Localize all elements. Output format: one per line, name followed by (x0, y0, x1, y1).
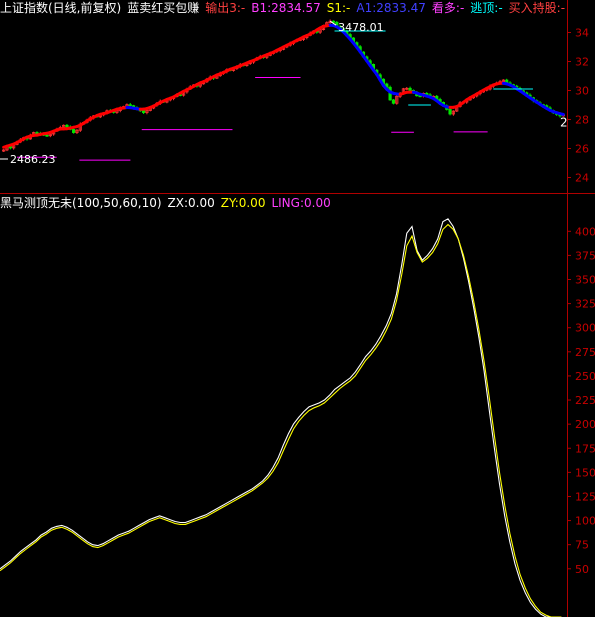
candle-body (391, 99, 396, 104)
chart-canvas: 24 26 28 30 32 34 50 75 100 125 150 175 200 225 250 275… (0, 0, 595, 617)
osc-tick-label: 325 (575, 298, 595, 311)
price-tick-label: 34 (575, 27, 589, 40)
candle-body (448, 108, 452, 115)
osc-tick-label: 225 (575, 394, 595, 407)
oscillator-header: 黑马测顶无未(100,50,60,10) ZX:0.00 ZY:0.00 LING:0… (0, 196, 337, 210)
header-out3: 输出3:- (205, 1, 246, 15)
candle-body (72, 128, 76, 133)
high-label: 3478.01 (338, 21, 384, 34)
header-title: 上证指数(日线,前复权) (0, 1, 122, 15)
osc-tick-label: 275 (575, 346, 595, 359)
low-label: 2486.23 (10, 153, 56, 166)
candle-body (408, 87, 412, 91)
oscillator-panel[interactable] (0, 218, 562, 617)
header-buy-hold: 买入持股:- (508, 1, 566, 15)
header-b1: B1:2834.57 (251, 1, 321, 15)
candle-body (331, 20, 336, 23)
osc-line-zx (0, 218, 562, 617)
osc-tick-label: 375 (575, 249, 595, 262)
candle-body (45, 134, 49, 137)
trend-line-segment (558, 112, 565, 116)
price-tick-label: 32 (575, 56, 589, 69)
osc-tick-label: 175 (575, 442, 595, 455)
candle-body (128, 104, 132, 107)
price-tick-label: 24 (575, 172, 589, 185)
candle-body (141, 110, 146, 113)
price-tick-label: 30 (575, 85, 589, 98)
header-s1: S1:- (326, 1, 351, 15)
osc-tick-label: 75 (575, 539, 589, 552)
osc-tick-label: 125 (575, 490, 595, 503)
price-panel-header: 上证指数(日线,前复权) 蓝卖红买包赚 输出3:- B1:2834.57 S1:- A1:… (0, 1, 571, 15)
last-price-label: 2 (560, 116, 568, 130)
osc-tick-label: 150 (575, 466, 595, 479)
chart-axes (0, 0, 595, 617)
tick-labels: 24 26 28 30 32 34 50 75 100 125 150 175 200 225 250 275… (567, 27, 595, 576)
oscillator-name: 黑马测顶无未(100,50,60,10) (0, 196, 162, 210)
osc-tick-label: 250 (575, 370, 595, 383)
osc-line-zy (0, 223, 562, 617)
price-tick-label: 26 (575, 143, 589, 156)
price-tick-label: 28 (575, 114, 589, 127)
header-indicator: 蓝卖红买包赚 (127, 1, 200, 15)
osc-tick-label: 200 (575, 418, 595, 431)
oscillator-zy: ZY:0.00 (220, 196, 266, 210)
header-kanduo: 看多:- (431, 1, 465, 15)
header-a1: A1:2833.47 (356, 1, 426, 15)
osc-tick-label: 400 (575, 225, 595, 238)
header-taoding: 逃顶:- (470, 1, 503, 15)
price-annotations: 3478.01 2486.23 2 (0, 20, 568, 166)
candle-body (65, 124, 69, 128)
osc-tick-label: 100 (575, 515, 595, 528)
oscillator-ling: LING:0.00 (271, 196, 331, 210)
price-panel[interactable] (2, 19, 565, 161)
oscillator-zx: ZX:0.00 (167, 196, 215, 210)
osc-tick-label: 50 (575, 563, 589, 576)
osc-tick-label: 300 (575, 322, 595, 335)
osc-tick-label: 350 (575, 274, 595, 287)
